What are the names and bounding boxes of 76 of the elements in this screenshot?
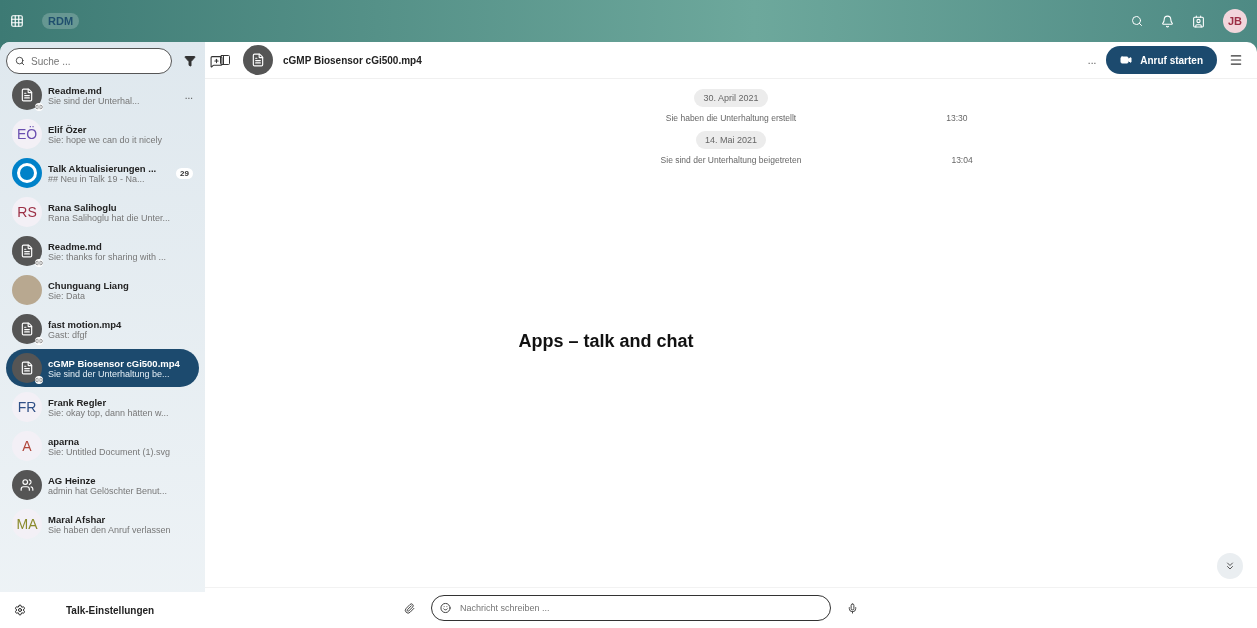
message-time: 13:30 [946, 113, 968, 123]
photo-placeholder [12, 275, 42, 305]
search-icon [15, 56, 25, 66]
unread-count: 29 [176, 167, 193, 179]
conversation-name: fast motion.mp4 [48, 318, 123, 330]
conversation-item[interactable]: FR Frank Regler Sie: okay top, dann hätten w... [6, 388, 199, 426]
conversation-preview: Sie haben den Anruf verlassen [48, 524, 172, 535]
filter-icon[interactable] [182, 53, 198, 69]
conversation-item[interactable]: A aparna Sie: Untitled Document (1).svg [6, 427, 199, 465]
conversation-name: AG Heinze [48, 474, 97, 486]
conversation-name: Talk Aktualisierungen ... [48, 162, 158, 174]
caption-text: Apps – talk and chat [518, 331, 694, 352]
conversation-item[interactable]: fast motion.mp4 Gast: dfgf [6, 310, 199, 348]
system-message: Sie sind der Unterhaltung beigetreten [660, 155, 802, 165]
video-camera-icon [1120, 54, 1133, 66]
double-chevron-down-icon [1224, 560, 1236, 572]
chat-bubble-logo-icon [12, 158, 42, 188]
start-call-button[interactable]: Anruf starten [1106, 46, 1217, 74]
initials-avatar: FR [12, 392, 42, 422]
conversation-item[interactable]: cGMP Biosensor cGi500.mp4 Sie sind der Unterhaltung be... [6, 349, 199, 387]
conversation-name: Chunguang Liang [48, 279, 130, 291]
gear-icon [14, 604, 26, 616]
conversation-preview: Sie sind der Unterhal... [48, 95, 141, 106]
settings-button[interactable]: Talk-Einstellungen [0, 592, 205, 628]
initials-avatar: EÖ [12, 119, 42, 149]
conversation-preview: ## Neu in Talk 19 - Na... [48, 173, 146, 184]
emoji-icon[interactable] [440, 602, 451, 614]
more-menu[interactable]: ... [184, 89, 193, 101]
conversation-preview: Sie: okay top, dann hätten w... [48, 407, 170, 418]
initials-avatar: RS [12, 197, 42, 227]
conversation-preview: Sie sind der Unterhaltung be... [48, 368, 170, 379]
date-separator: 14. Mai 2021 [695, 131, 766, 149]
conversation-item[interactable]: Readme.md Sie: thanks for sharing with ... [6, 232, 199, 270]
file-avatar-icon [12, 80, 42, 110]
conversation-item[interactable]: Chunguang Liang Sie: Data [6, 271, 199, 309]
conversation-preview: Gast: dfgf [48, 329, 88, 340]
bell-icon[interactable] [1161, 14, 1174, 28]
message-field[interactable]: Nachricht schreiben ... [431, 595, 831, 621]
conversation-name: Maral Afshar [48, 513, 107, 525]
conversation-name: Frank Regler [48, 396, 108, 408]
conversation-name: Elif Özer [48, 123, 88, 135]
conversation-item[interactable]: EÖ Elif Özer Sie: hope we can do it nicely [6, 115, 199, 153]
conversation-preview: admin hat Gelöschter Benut... [48, 485, 169, 496]
user-avatar[interactable]: JB [1223, 9, 1247, 33]
conversation-name: aparna [48, 435, 81, 447]
conversation-name: Rana Salihoglu [48, 201, 118, 213]
attach-icon[interactable] [402, 600, 417, 616]
conversation-preview: Sie: Data [48, 290, 86, 301]
file-avatar-icon [12, 314, 42, 344]
conversation-title: cGMP Biosensor cGi500.mp4 [283, 54, 422, 66]
initials-avatar: A [12, 431, 42, 461]
conversation-preview: Sie: thanks for sharing with ... [48, 251, 168, 262]
conversation-item[interactable]: Talk Aktualisierungen ... ## Neu in Talk 19 - Na... 29 [6, 154, 199, 192]
group-avatar-icon [12, 470, 42, 500]
message-time: 13:04 [951, 155, 973, 165]
search-field[interactable]: Suche ... [6, 48, 172, 74]
file-avatar-icon [243, 45, 273, 75]
conversation-preview: Rana Salihoglu hat die Unter... [48, 212, 172, 223]
date-separator: 30. April 2021 [694, 89, 768, 107]
conversation-item[interactable]: AG Heinze admin hat Gelöschter Benut... [6, 466, 199, 504]
conversation-name: Readme.md [48, 84, 103, 96]
initials-avatar: MA [12, 509, 42, 539]
file-avatar-icon [12, 353, 42, 383]
system-message: Sie haben die Unterhaltung erstellt [665, 113, 797, 123]
conversation-preview: Sie: hope we can do it nicely [48, 134, 164, 145]
search-icon[interactable] [1131, 15, 1143, 27]
conversation-name: cGMP Biosensor cGi500.mp4 [48, 357, 181, 369]
conversation-item[interactable]: Readme.md Sie sind der Unterhal... ... [6, 76, 199, 114]
conversation-item[interactable]: MA Maral Afshar Sie haben den Anruf verlassen [6, 505, 199, 543]
conversation-item[interactable]: RS Rana Salihoglu Rana Salihoglu hat die Unter... [6, 193, 199, 231]
contacts-icon[interactable] [1192, 14, 1205, 28]
more-menu[interactable]: ... [1087, 54, 1097, 66]
file-avatar-icon [12, 236, 42, 266]
app-grid-icon[interactable] [10, 14, 24, 28]
conversation-name: Readme.md [48, 240, 103, 252]
conversation-preview: Sie: Untitled Document (1).svg [48, 446, 172, 457]
